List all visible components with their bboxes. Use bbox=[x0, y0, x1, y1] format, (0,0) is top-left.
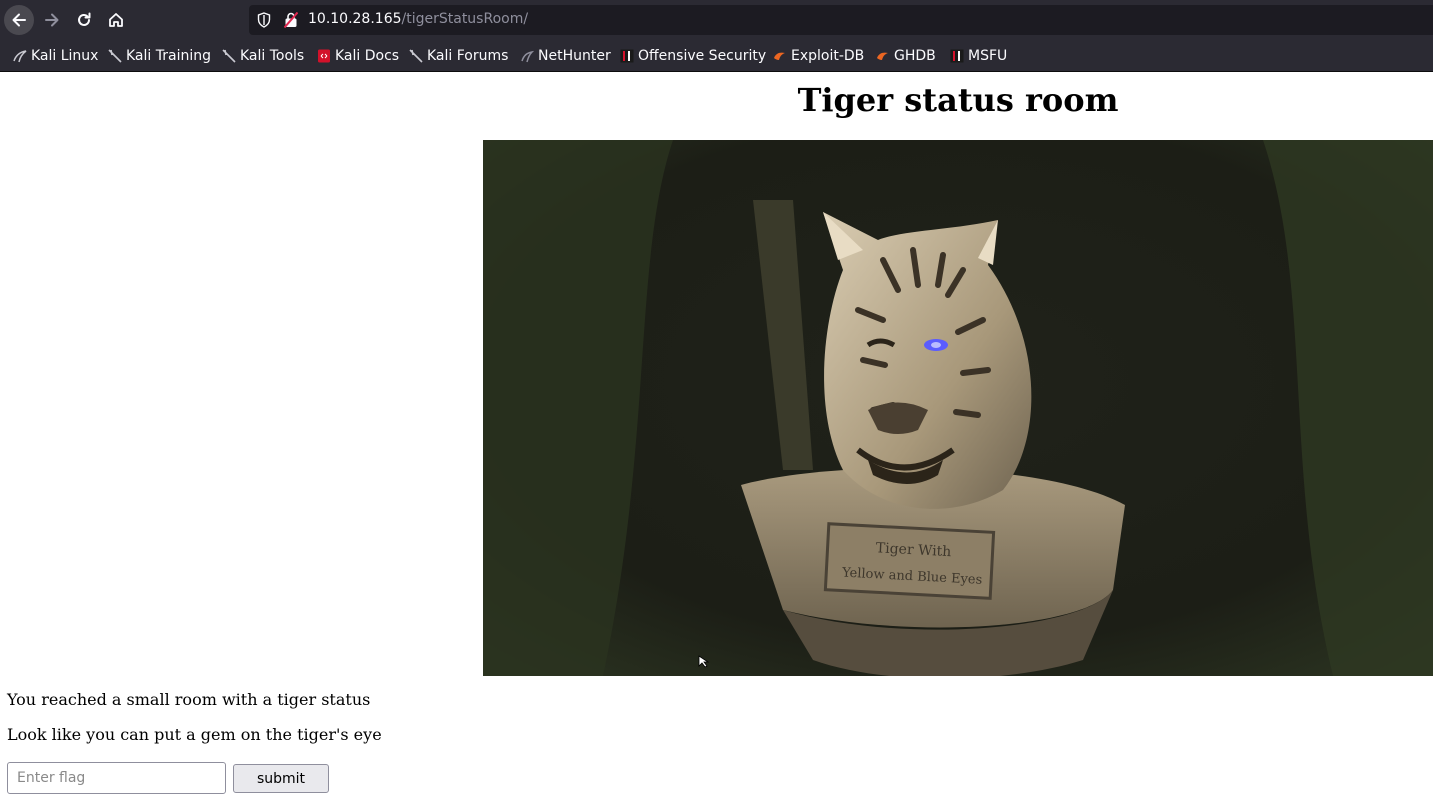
insecure-lock-icon[interactable] bbox=[284, 12, 298, 28]
bookmark-exploit-db[interactable]: Exploit-DB bbox=[773, 47, 864, 65]
back-button[interactable] bbox=[4, 5, 34, 35]
bookmark-offensive-security[interactable]: Offensive Security bbox=[620, 47, 766, 65]
kali-docs-icon bbox=[317, 49, 331, 63]
page-content: Tiger status room Tiger With Yellow and … bbox=[0, 72, 1433, 798]
bookmark-msfu[interactable]: MSFU bbox=[950, 47, 1007, 65]
kali-dragon-icon bbox=[13, 49, 27, 63]
forward-button[interactable] bbox=[37, 5, 67, 35]
bookmark-kali-tools[interactable]: Kali Tools bbox=[222, 47, 304, 65]
page-title: Tiger status room bbox=[797, 81, 1119, 119]
offsec-icon bbox=[950, 49, 964, 63]
reload-button[interactable] bbox=[69, 5, 99, 35]
bookmark-label: Offensive Security bbox=[638, 48, 767, 64]
bookmark-kali-docs[interactable]: Kali Docs bbox=[317, 47, 399, 65]
bookmark-label: MSFU bbox=[968, 48, 1008, 64]
flag-input[interactable] bbox=[7, 762, 226, 794]
submit-button[interactable]: submit bbox=[233, 764, 329, 793]
url-text[interactable]: 10.10.28.165/tigerStatusRoom/ bbox=[308, 11, 528, 27]
exploit-db-icon bbox=[773, 49, 787, 63]
bookmark-label: Exploit-DB bbox=[791, 48, 865, 64]
nethunter-icon bbox=[520, 49, 534, 63]
bookmark-label: GHDB bbox=[894, 48, 936, 64]
room-description: You reached a small room with a tiger st… bbox=[7, 690, 371, 709]
reload-icon bbox=[78, 12, 91, 26]
kali-dragon-icon bbox=[409, 49, 423, 63]
home-button[interactable] bbox=[101, 5, 131, 35]
bookmark-ghdb[interactable]: GHDB bbox=[876, 47, 936, 65]
ghdb-icon bbox=[876, 49, 890, 63]
arrow-right-icon bbox=[45, 13, 59, 27]
address-bar[interactable]: 10.10.28.165/tigerStatusRoom/ bbox=[249, 5, 1433, 35]
bookmark-kali-linux[interactable]: Kali Linux bbox=[13, 47, 98, 65]
kali-dragon-icon bbox=[108, 49, 122, 63]
offsec-icon bbox=[620, 49, 634, 63]
bookmark-nethunter[interactable]: NetHunter bbox=[520, 47, 611, 65]
bookmark-label: NetHunter bbox=[538, 48, 611, 64]
bookmarks-bar: Kali Linux Kali Training Kali Tools Kali… bbox=[0, 40, 1433, 72]
bookmark-label: Kali Training bbox=[126, 48, 211, 64]
bookmark-label: Kali Docs bbox=[335, 48, 400, 64]
home-icon bbox=[109, 13, 123, 27]
bookmark-label: Kali Forums bbox=[427, 48, 509, 64]
gem-hint: Look like you can put a gem on the tiger… bbox=[7, 725, 382, 744]
kali-dragon-icon bbox=[222, 49, 236, 63]
bookmark-kali-forums[interactable]: Kali Forums bbox=[409, 47, 508, 65]
url-host: 10.10.28.165 bbox=[308, 11, 402, 27]
arrow-left-icon bbox=[12, 13, 26, 27]
shield-icon[interactable] bbox=[257, 12, 271, 28]
browser-toolbar: 10.10.28.165/tigerStatusRoom/ bbox=[0, 0, 1433, 40]
bookmark-kali-training[interactable]: Kali Training bbox=[108, 47, 211, 65]
bookmark-label: Kali Linux bbox=[31, 48, 99, 64]
url-path: /tigerStatusRoom/ bbox=[401, 11, 529, 27]
tiger-statue-illustration: Tiger With Yellow and Blue Eyes bbox=[483, 140, 1433, 676]
bookmark-label: Kali Tools bbox=[240, 48, 305, 64]
tiger-statue-image: Tiger With Yellow and Blue Eyes bbox=[483, 140, 1433, 676]
